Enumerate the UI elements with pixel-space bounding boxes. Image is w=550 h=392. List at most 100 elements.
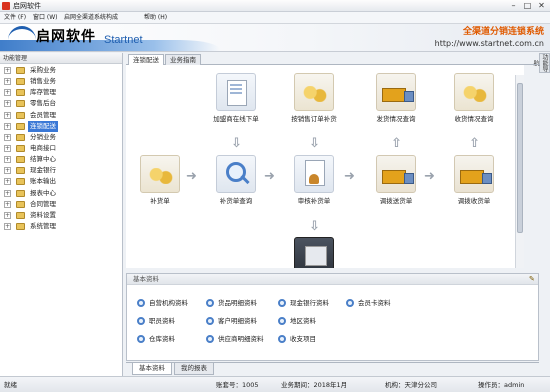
menu-help[interactable]: 帮助 (H) — [144, 13, 167, 23]
expand-icon[interactable]: + — [4, 133, 11, 141]
node-receive-query[interactable]: 收货情况查询 — [444, 73, 504, 135]
tab-basic-info[interactable]: 基本资料 — [132, 363, 172, 375]
close-button[interactable]: ✕ — [535, 1, 548, 11]
expand-icon[interactable]: + — [4, 100, 11, 108]
tab-my-reports[interactable]: 我的报表 — [174, 363, 214, 375]
sidebar-item[interactable]: + 账本输出 — [0, 176, 122, 187]
sidebar-item-label: 连锁配送 — [28, 120, 58, 132]
folder-icon — [16, 178, 25, 186]
sidebar-item[interactable]: + 连锁配送 — [0, 120, 122, 132]
node-label: 发货情况查询 — [376, 115, 416, 123]
folder-icon — [16, 133, 25, 141]
minimize-button[interactable]: – — [507, 1, 520, 11]
node-label: 加盟商在线下单 — [213, 115, 259, 123]
sidebar-item[interactable]: + 结算中心 — [0, 154, 122, 165]
expand-icon[interactable]: + — [4, 200, 11, 208]
node-add-online-order[interactable]: 加盟商在线下单 — [206, 73, 266, 135]
menu-file[interactable]: 文件 (F) — [4, 13, 26, 23]
function-nav-side-tab[interactable]: 功能导航 — [532, 53, 550, 73]
node-replenish-query[interactable]: 补货单查询 — [206, 155, 266, 217]
truck-icon — [376, 73, 416, 111]
folder-icon — [16, 222, 25, 230]
expand-icon[interactable]: + — [4, 178, 11, 186]
arrow-right-icon: ➜ — [344, 169, 355, 184]
content-tab-bar: 连锁配送 业务指南 — [126, 53, 539, 66]
sidebar-item[interactable]: + 系统管理 — [0, 221, 122, 232]
bottom-tab-bar: 基本资料 我的报表 — [126, 362, 539, 375]
node-transfer-receive[interactable]: 调拨收货单 — [444, 155, 504, 217]
sidebar-item-label: 销售业务 — [30, 77, 56, 86]
flow-scrollbar[interactable] — [515, 75, 524, 268]
pin-icon[interactable]: ✎ — [529, 275, 535, 283]
expand-icon[interactable]: + — [4, 167, 11, 175]
maximize-button[interactable]: □ — [521, 1, 534, 11]
sidebar-item-label: 现金银行 — [30, 166, 56, 175]
scrollbar-thumb[interactable] — [517, 83, 523, 233]
menu-system-structure[interactable]: 启网全渠道系统构成 — [64, 13, 118, 23]
link-cash-bank[interactable]: 现金银行资料 — [278, 298, 329, 308]
expand-icon[interactable]: + — [4, 78, 11, 86]
node-next-step[interactable] — [284, 237, 344, 268]
expand-icon[interactable]: + — [4, 89, 11, 97]
sidebar-item[interactable]: + 采购业务 — [0, 65, 122, 76]
link-region[interactable]: 地区资料 — [278, 316, 316, 326]
node-ship-query[interactable]: 发货情况查询 — [366, 73, 426, 135]
basic-info-header: 基本资料 — [127, 274, 538, 285]
link-warehouse[interactable]: 仓库资料 — [137, 334, 175, 344]
arrow-down-icon: ⇩ — [309, 219, 320, 234]
folder-icon — [16, 211, 25, 219]
tab-business-guide[interactable]: 业务指南 — [165, 54, 201, 65]
node-order-replenish[interactable]: 按销售订单补货 — [284, 73, 344, 135]
flow-chart-area: ✎ 加盟商在线下单 按销售订单补货 发货情况查询 收货情况查询 ⇩ ⇩ ⇧ ⇧ … — [126, 65, 524, 268]
sidebar-item[interactable]: + 合同管理 — [0, 199, 122, 210]
folder-icon — [16, 111, 25, 119]
stamp-icon — [294, 155, 334, 193]
folder-icon — [16, 67, 25, 74]
sidebar-item[interactable]: + 电商接口 — [0, 143, 122, 154]
node-replenish[interactable]: 补货单 — [130, 155, 190, 217]
sidebar-item[interactable]: + 现金银行 — [0, 165, 122, 176]
expand-icon[interactable]: + — [4, 222, 11, 230]
magnifier-icon — [206, 335, 214, 343]
link-member-card[interactable]: 会员卡资料 — [346, 298, 391, 308]
node-label: 审核补货单 — [297, 197, 331, 205]
sidebar-item-label: 库存管理 — [30, 88, 56, 97]
function-tree: + 采购业务 + 销售业务 + 库存管理 + 零售后台 + 会员管理 + 连锁配送 + 分销业务 + 电商接口… — [0, 65, 122, 232]
status-period: 业务期间：2018年1月 — [281, 381, 348, 389]
sidebar-item-label: 账本输出 — [30, 177, 56, 186]
folder-icon — [16, 78, 25, 86]
expand-icon[interactable]: + — [4, 189, 11, 197]
expand-icon[interactable]: + — [4, 122, 11, 130]
sidebar-item[interactable]: + 报表中心 — [0, 188, 122, 199]
sidebar-item[interactable]: + 会员管理 — [0, 110, 122, 121]
logo-icon — [8, 26, 36, 40]
node-label: 调拨送货单 — [379, 197, 413, 205]
link-customer-detail[interactable]: 客户明细资料 — [206, 316, 257, 326]
link-staff[interactable]: 职员资料 — [137, 316, 175, 326]
sidebar-item[interactable]: + 零售后台 — [0, 98, 122, 109]
link-own-org[interactable]: 自营机构资料 — [137, 298, 188, 308]
magnifier-icon — [206, 317, 214, 325]
sidebar-item[interactable]: + 库存管理 — [0, 87, 122, 98]
magnifier-icon — [278, 335, 286, 343]
magnifier-icon — [137, 317, 145, 325]
link-income-expense[interactable]: 收支项目 — [278, 334, 316, 344]
node-transfer-delivery[interactable]: 调拨送货单 — [366, 155, 426, 217]
expand-icon[interactable]: + — [4, 156, 11, 164]
link-goods-detail[interactable]: 货品明细资料 — [206, 298, 257, 308]
node-audit-replenish[interactable]: 审核补货单 — [284, 155, 344, 217]
sidebar-item[interactable]: + 分销业务 — [0, 132, 122, 143]
menu-window[interactable]: 窗口 (W) — [33, 13, 58, 23]
sidebar-item-label: 资料设置 — [30, 210, 56, 219]
expand-icon[interactable]: + — [4, 67, 11, 74]
sidebar-item[interactable]: + 资料设置 — [0, 210, 122, 221]
expand-icon[interactable]: + — [4, 144, 11, 152]
link-supplier-detail[interactable]: 供应商明细资料 — [206, 334, 264, 344]
sidebar-item-label: 分销业务 — [30, 132, 56, 141]
arrow-right-icon: ➜ — [264, 169, 275, 184]
magnifier-icon — [206, 299, 214, 307]
expand-icon[interactable]: + — [4, 211, 11, 219]
sidebar-item[interactable]: + 销售业务 — [0, 76, 122, 87]
expand-icon[interactable]: + — [4, 111, 11, 119]
box-icon — [294, 237, 334, 268]
